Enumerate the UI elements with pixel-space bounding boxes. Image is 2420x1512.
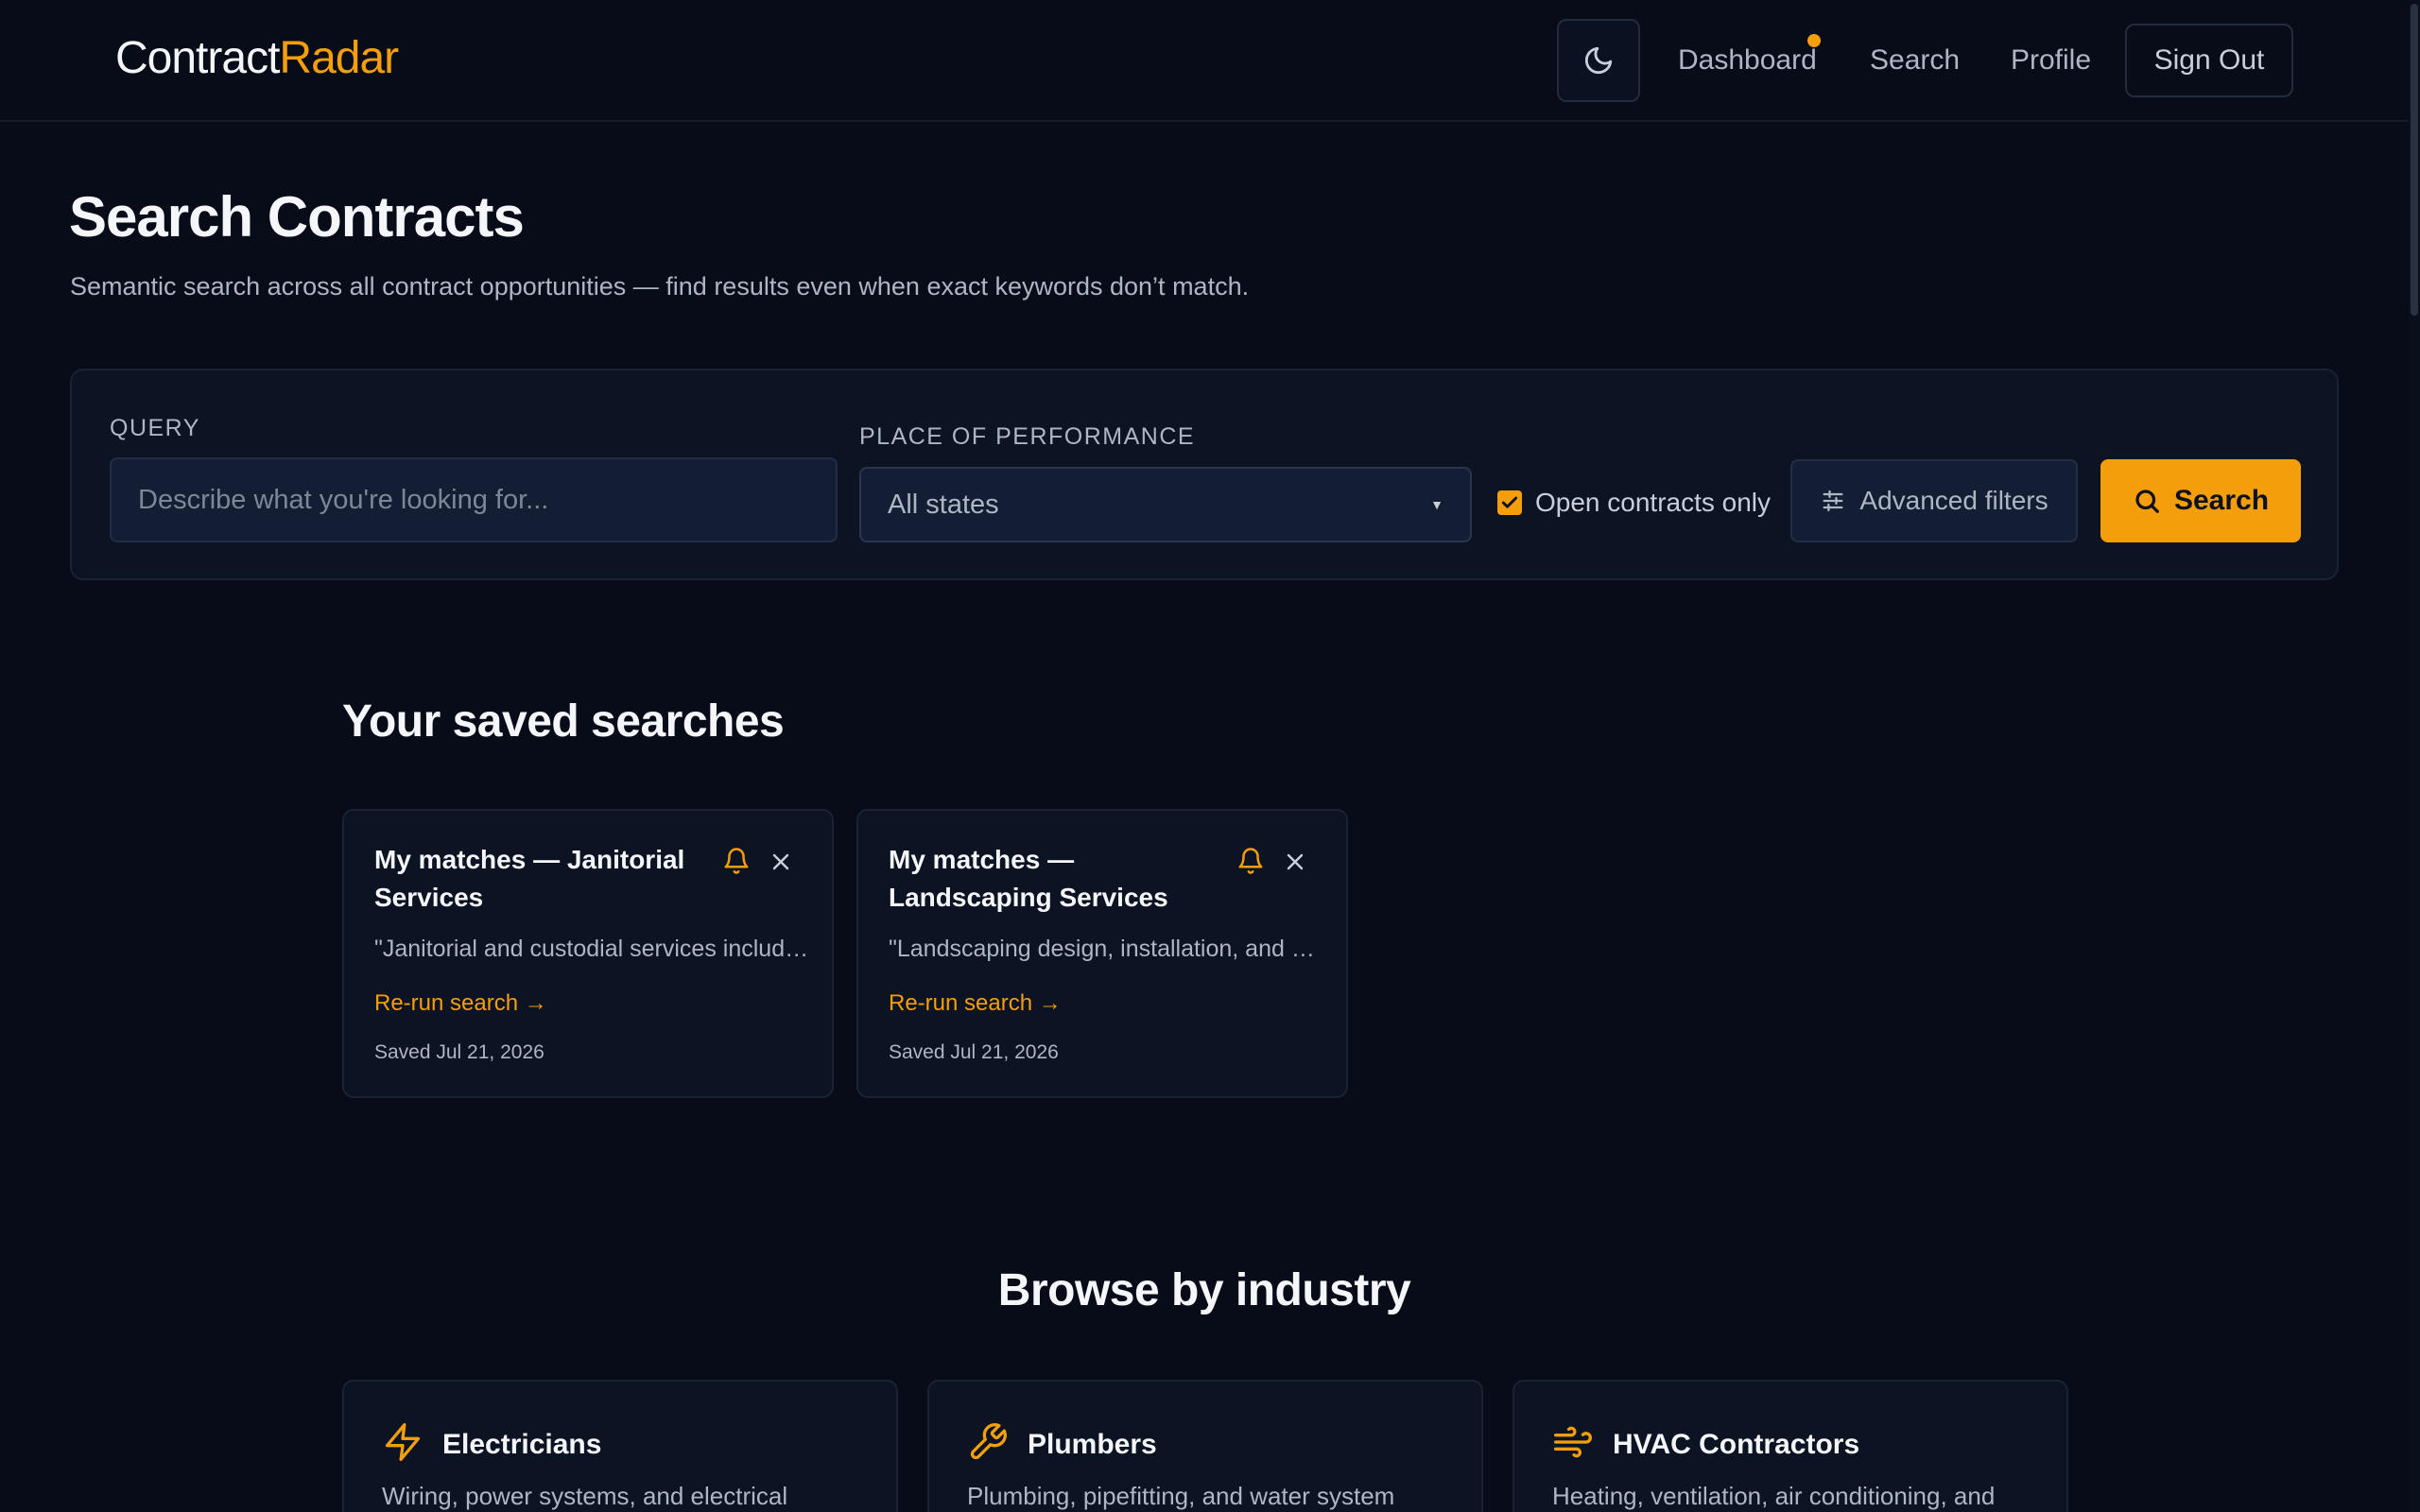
rerun-search-link[interactable]: Re-run search → (374, 990, 547, 1017)
saved-search-name: My matches — Landscaping Services (889, 845, 1168, 912)
open-contracts-checkbox[interactable] (1497, 490, 1522, 515)
saved-search-card[interactable]: My matches — Janitorial Services "Janito… (342, 809, 834, 1098)
industry-card-plumbers[interactable]: Plumbers Plumbing, pipefitting, and wate… (927, 1380, 1483, 1512)
industry-name: Plumbers (1028, 1429, 1157, 1460)
industry-card-electricians[interactable]: Electricians Wiring, power systems, and … (342, 1380, 898, 1512)
saved-searches-title: Your saved searches (342, 696, 785, 747)
advanced-filters-label: Advanced filters (1859, 486, 2048, 515)
industry-name: HVAC Contractors (1613, 1429, 1860, 1460)
theme-toggle-button[interactable] (1557, 19, 1640, 102)
search-button-label: Search (2173, 485, 2270, 516)
nav-dashboard-link[interactable]: Dashboard (1678, 44, 1817, 77)
industry-card-hvac[interactable]: HVAC Contractors Heating, ventilation, a… (1512, 1380, 2068, 1512)
industry-description: Plumbing, pipefitting, and water system (967, 1482, 1395, 1510)
logo[interactable]: ContractRadar (115, 32, 399, 84)
saved-date: Saved Jul 21, 2026 (889, 1041, 1059, 1063)
search-button[interactable]: Search (2100, 459, 2301, 542)
query-label: QUERY (110, 415, 200, 441)
wrench-icon (970, 1423, 1007, 1460)
open-contracts-toggle[interactable]: Open contracts only (1497, 488, 1771, 518)
place-selected-value: All states (888, 489, 999, 520)
place-of-performance-label: PLACE OF PERFORMANCE (859, 423, 1196, 450)
scrollbar-track[interactable] (2409, 0, 2420, 1512)
search-icon (2135, 490, 2159, 513)
scrollbar-thumb[interactable] (2411, 4, 2418, 316)
industry-description: Heating, ventilation, air conditioning, … (1552, 1482, 1996, 1510)
page-subtitle: Semantic search across all contract oppo… (70, 272, 1250, 301)
close-icon[interactable] (1284, 850, 1306, 873)
caret-down-icon: ▼ (1430, 497, 1443, 512)
top-navbar: ContractRadar Dashboard Search Profile S… (0, 0, 2409, 122)
bell-icon[interactable] (722, 847, 751, 875)
industry-description: Wiring, power systems, and electrical (382, 1482, 788, 1510)
rerun-search-link[interactable]: Re-run search → (889, 990, 1062, 1017)
wind-icon (1554, 1426, 1592, 1458)
open-contracts-label: Open contracts only (1535, 488, 1772, 517)
lightning-icon (385, 1423, 421, 1461)
bell-icon[interactable] (1236, 847, 1265, 875)
saved-search-card[interactable]: My matches — Landscaping Services "Lands… (856, 809, 1348, 1098)
notification-dot (1807, 34, 1821, 47)
page-title: Search Contracts (69, 185, 525, 249)
query-input[interactable] (110, 457, 838, 542)
check-icon (1501, 496, 1518, 508)
moon-icon (1584, 46, 1613, 75)
logo-text-radar: Radar (279, 33, 399, 83)
place-of-performance-select[interactable]: All states ▼ (859, 467, 1472, 542)
industry-name: Electricians (442, 1429, 602, 1460)
nav-profile-link[interactable]: Profile (2011, 44, 2091, 77)
browse-by-industry-title: Browse by industry (997, 1265, 1411, 1315)
saved-search-name: My matches — Janitorial Services (374, 845, 685, 912)
close-icon[interactable] (769, 850, 792, 873)
saved-search-query-snippet: "Landscaping design, installation, and m… (889, 936, 1323, 962)
saved-search-query-snippet: "Janitorial and custodial services inclu… (374, 936, 809, 962)
search-panel: QUERY PLACE OF PERFORMANCE All states ▼ … (70, 369, 2339, 580)
nav-search-link[interactable]: Search (1870, 44, 1960, 77)
sliders-icon (1823, 490, 1843, 512)
sign-out-button[interactable]: Sign Out (2125, 24, 2293, 97)
advanced-filters-button[interactable]: Advanced filters (1790, 459, 2078, 542)
saved-date: Saved Jul 21, 2026 (374, 1041, 544, 1063)
logo-text-contract: Contract (115, 33, 280, 83)
